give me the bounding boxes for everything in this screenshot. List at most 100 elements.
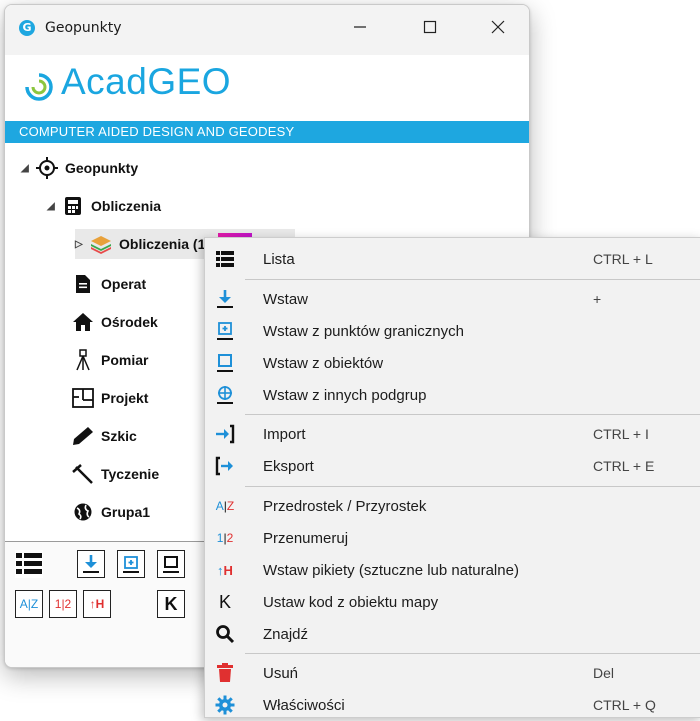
- set-code-icon: K: [218, 591, 231, 612]
- insert-icon: [205, 289, 245, 309]
- tree-node-tyczenie[interactable]: Tyczenie: [71, 459, 159, 489]
- document-icon: [71, 273, 95, 295]
- tree-label: Szkic: [101, 428, 137, 444]
- gear-icon: [205, 695, 245, 715]
- set-code-label: K: [164, 593, 178, 614]
- tree-label: Operat: [101, 276, 147, 292]
- menu-item-eksport[interactable]: Eksport CTRL + E: [205, 450, 700, 482]
- tree-label: Projekt: [101, 390, 149, 406]
- tree-node-pomiar[interactable]: Pomiar: [71, 345, 148, 375]
- renumber-button[interactable]: 1|2: [49, 590, 77, 618]
- menu-item-shortcut: CTRL + I: [593, 426, 649, 442]
- renumber-icon: 1|2: [216, 531, 234, 545]
- menu-item-shortcut: +: [593, 291, 602, 307]
- expanded-icon[interactable]: ◢: [21, 163, 35, 174]
- menu-item-label: Wstaw z obiektów: [263, 354, 384, 372]
- insert-objects-icon: [205, 353, 245, 373]
- menu-item-label: Lista: [263, 250, 295, 268]
- logo-text: AcadGEO: [61, 61, 232, 102]
- menu-item-label: Przedrostek / Przyrostek: [263, 497, 427, 515]
- setting-out-icon: [71, 463, 95, 485]
- collapsed-icon[interactable]: ▷: [75, 239, 89, 250]
- minimize-button[interactable]: [345, 19, 375, 41]
- window-title: Geopunkty: [45, 20, 122, 36]
- calculator-icon: [61, 195, 85, 217]
- menu-item-label: Wstaw z innych podgrup: [263, 386, 427, 404]
- tree-label: Obliczenia (1): [119, 236, 211, 252]
- insert-stations-button[interactable]: ↑H: [83, 590, 111, 618]
- menu-item-label: Przenumeruj: [263, 529, 349, 547]
- tree-node-geopunkty[interactable]: ◢ Geopunkty: [21, 153, 138, 183]
- list-button[interactable]: [15, 550, 43, 578]
- menu-item-usun[interactable]: Usuń Del: [205, 657, 700, 689]
- home-icon: [71, 311, 95, 333]
- insert-stations-label: ↑H: [89, 597, 105, 611]
- insert-subgroups-icon: [205, 385, 245, 405]
- tree-label: Geopunkty: [65, 160, 139, 176]
- tripod-icon: [71, 349, 95, 371]
- layers-icon: [89, 233, 113, 255]
- tree-label: Grupa1: [101, 504, 151, 520]
- menu-item-label: Eksport: [263, 457, 314, 475]
- context-menu: Lista CTRL + L Wstaw + Wstaw z punktów g…: [204, 237, 700, 718]
- menu-separator: [245, 279, 700, 280]
- menu-item-wstaw-z-podgrup[interactable]: Wstaw z innych podgrup: [205, 379, 700, 411]
- maximize-button[interactable]: [415, 19, 445, 41]
- menu-item-shortcut: CTRL + Q: [593, 697, 656, 713]
- menu-item-shortcut: CTRL + L: [593, 251, 653, 267]
- close-button[interactable]: [483, 19, 513, 41]
- tree-label: Tyczenie: [101, 466, 160, 482]
- app-icon: G: [19, 20, 35, 36]
- tree-node-operat[interactable]: Operat: [71, 269, 146, 299]
- menu-item-label: Wstaw pikiety (sztuczne lub naturalne): [263, 561, 519, 579]
- list-icon: [205, 250, 245, 268]
- menu-item-wstaw-z-punktow[interactable]: Wstaw z punktów granicznych: [205, 315, 700, 347]
- insert-stations-icon: ↑H: [217, 562, 233, 578]
- tree-node-osrodek[interactable]: Ośrodek: [71, 307, 158, 337]
- menu-item-wstaw-z-obiektow[interactable]: Wstaw z obiektów: [205, 347, 700, 379]
- menu-item-shortcut: CTRL + E: [593, 458, 655, 474]
- export-icon: [205, 456, 245, 476]
- expanded-icon[interactable]: ◢: [47, 201, 61, 212]
- menu-item-wlasciwosci[interactable]: Właściwości CTRL + Q: [205, 689, 700, 721]
- menu-item-label: Znajdź: [263, 625, 309, 643]
- menu-separator: [245, 414, 700, 415]
- menu-item-lista[interactable]: Lista CTRL + L: [205, 243, 700, 275]
- floorplan-icon: [71, 387, 95, 409]
- menu-item-label: Import: [263, 425, 306, 443]
- tree-label: Ośrodek: [101, 314, 158, 330]
- trash-icon: [205, 663, 245, 683]
- menu-item-przenumeruj[interactable]: 1|2 Przenumeruj: [205, 522, 700, 554]
- menu-item-przedrostek[interactable]: A|Z Przedrostek / Przyrostek: [205, 490, 700, 522]
- menu-item-shortcut: Del: [593, 665, 615, 681]
- tree-node-szkic[interactable]: Szkic: [71, 421, 137, 451]
- tree-label: Obliczenia: [91, 198, 162, 214]
- tree-label: Pomiar: [101, 352, 149, 368]
- import-icon: [205, 424, 245, 444]
- insert-button[interactable]: [77, 550, 105, 578]
- menu-item-wstaw-pikiety[interactable]: ↑H Wstaw pikiety (sztuczne lub naturalne…: [205, 554, 700, 586]
- set-code-button[interactable]: K: [157, 590, 185, 618]
- menu-separator: [245, 486, 700, 487]
- insert-objects-button[interactable]: [157, 550, 185, 578]
- menu-item-znajdz[interactable]: Znajdź: [205, 618, 700, 650]
- globe-icon: [71, 501, 95, 523]
- prefix-suffix-button[interactable]: A|Z: [15, 590, 43, 618]
- prefix-suffix-icon: A|Z: [215, 499, 235, 513]
- menu-item-label: Wstaw: [263, 290, 308, 308]
- tree-node-projekt[interactable]: Projekt: [71, 383, 148, 413]
- insert-boundary-button[interactable]: [117, 550, 145, 578]
- title-bar[interactable]: G Geopunkty: [5, 5, 529, 55]
- menu-separator: [245, 653, 700, 654]
- menu-item-wstaw[interactable]: Wstaw +: [205, 283, 700, 315]
- pencil-icon: [71, 425, 95, 447]
- menu-item-ustaw-kod[interactable]: K Ustaw kod z obiektu mapy: [205, 586, 700, 618]
- logo-swirl-icon: [25, 73, 53, 101]
- menu-item-import[interactable]: Import CTRL + I: [205, 418, 700, 450]
- tree-node-obliczenia[interactable]: ◢ Obliczenia: [47, 191, 161, 221]
- insert-boundary-icon: [205, 321, 245, 341]
- search-icon: [205, 624, 245, 644]
- renumber-label: 1|2: [54, 597, 72, 611]
- menu-item-label: Wstaw z punktów granicznych: [263, 322, 464, 340]
- tree-node-grupa1[interactable]: Grupa1: [71, 497, 150, 527]
